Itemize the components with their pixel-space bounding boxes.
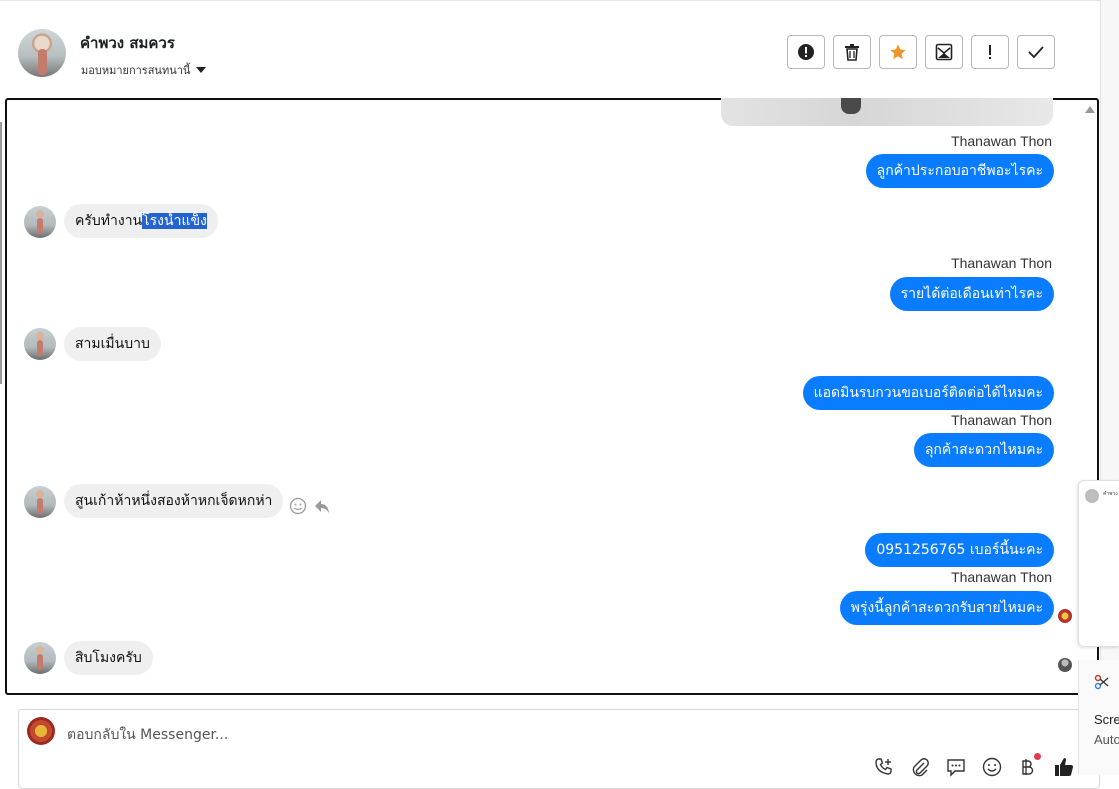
message-bubble-outgoing[interactable]: แอดมินรบกวนขอเบอร์ติดต่อได้ไหมคะ: [802, 376, 1054, 410]
reply-arrow-icon[interactable]: [313, 497, 331, 515]
notification-title: Scre: [1094, 712, 1119, 727]
assign-conversation-dropdown[interactable]: มอบหมายการสนทนานี้: [81, 61, 207, 79]
page-avatar: [27, 717, 55, 745]
message-bubble-incoming[interactable]: ครับทำงานโรงน้ำแข็ง: [64, 204, 218, 238]
message-sender: Thanawan Thon: [951, 133, 1052, 149]
message-text: ครับทำงาน: [75, 213, 143, 229]
message-bubble-outgoing[interactable]: ลุกค้าสะดวกไหมคะ: [913, 433, 1054, 467]
message-bubble-outgoing[interactable]: พรุ่งนี้ลูกค้าสะดวกรับสายไหมคะ: [839, 591, 1054, 625]
message-bubble-incoming[interactable]: สามเมื่นบาบ: [64, 327, 161, 361]
delete-button[interactable]: [833, 35, 871, 69]
caret-down-icon: [196, 67, 207, 73]
mark-unread-icon: [935, 43, 953, 61]
mark-unread-button[interactable]: [925, 35, 963, 69]
contact-avatar-small[interactable]: [24, 486, 56, 518]
message-sender: Thanawan Thon: [951, 412, 1052, 428]
message-bubble-incoming[interactable]: สูนเก้าห้าหนึ่งสองห้าหกเจ็ดหกห่า: [64, 484, 284, 518]
scissors-icon: [1094, 674, 1109, 690]
baht-icon: [1022, 759, 1034, 775]
notification-dot: [1034, 753, 1041, 760]
contact-avatar-small[interactable]: [24, 328, 56, 360]
message-bubble-outgoing[interactable]: รายได้ต่อเดือนเท่าไรคะ: [889, 277, 1054, 311]
report-button[interactable]: [787, 35, 825, 69]
contact-avatar-small[interactable]: [24, 206, 56, 238]
trash-icon: [845, 44, 859, 61]
paperclip-icon: [912, 758, 929, 777]
selected-text: โรงน้ำแข็ง: [142, 213, 207, 229]
contact-seen-avatar: [1058, 658, 1072, 672]
image-attachment[interactable]: [721, 98, 1053, 126]
message-sender: Thanawan Thon: [951, 569, 1052, 585]
contact-name[interactable]: คำพวง สมควร: [80, 31, 175, 55]
assign-label: มอบหมายการสนทนานี้: [81, 64, 191, 77]
chat-bubble-icon: [947, 759, 965, 777]
reply-input[interactable]: ตอบกลับใน Messenger...: [67, 724, 228, 746]
check-icon: [1028, 46, 1044, 59]
contact-avatar-small[interactable]: [24, 642, 56, 674]
message-bubble-outgoing[interactable]: 0951256765 เบอร์นี้นะคะ: [865, 533, 1054, 567]
report-icon: [798, 44, 814, 60]
mark-done-button[interactable]: [1017, 35, 1055, 69]
message-bubble-incoming[interactable]: สิบโมงครับ: [64, 641, 153, 675]
message-bubble-outgoing[interactable]: ลูกค้าประกอบอาชีพอะไรคะ: [865, 154, 1054, 188]
emoji-icon: [982, 757, 1002, 777]
page-seen-avatar: [1058, 609, 1072, 623]
chat-popup-preview[interactable]: คำพวง: [1078, 480, 1119, 647]
contact-avatar[interactable]: [18, 29, 66, 77]
conversation-header: คำพวง สมควร มอบหมายการสนทนานี้: [0, 0, 1100, 99]
follow-up-button[interactable]: [971, 35, 1009, 69]
scroll-up-arrow-icon[interactable]: [1085, 106, 1095, 113]
conversation-toolbar: [787, 35, 1055, 69]
notification-subtitle: Auto: [1094, 732, 1119, 747]
star-button[interactable]: [879, 35, 917, 69]
popup-title: คำพวง: [1103, 491, 1118, 497]
snipping-tool-notification[interactable]: Scre Auto: [1078, 660, 1119, 775]
star-icon: [890, 44, 906, 60]
phone-plus-icon: [875, 758, 892, 775]
exclamation-icon: [989, 45, 991, 59]
page-scrollbar[interactable]: [1100, 0, 1119, 775]
react-emoji-icon[interactable]: [289, 497, 307, 515]
popup-avatar: [1085, 489, 1099, 503]
left-scroll-indicator: [0, 122, 2, 384]
message-sender: Thanawan Thon: [951, 255, 1052, 271]
